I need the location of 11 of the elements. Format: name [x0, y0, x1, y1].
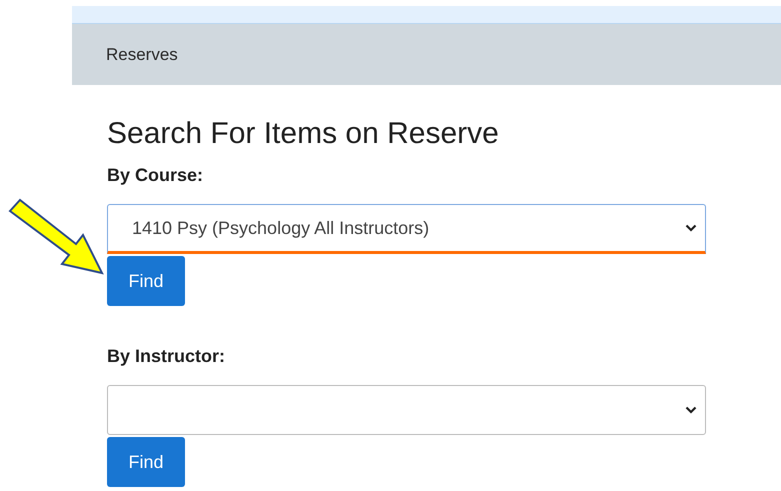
field-label: By Course:	[107, 164, 204, 187]
dropdown-field[interactable]: 1410 Psy (Psychology All Instructors)	[107, 204, 706, 254]
dropdown-field[interactable]	[107, 385, 706, 435]
chevron-down-icon	[685, 406, 697, 414]
find-button[interactable]: Find	[107, 256, 185, 306]
find-button[interactable]: Find	[107, 437, 185, 487]
page-title: Search For Items on Reserve	[107, 116, 500, 152]
field-label: By Instructor:	[107, 345, 226, 368]
breadcrumb: Reserves	[106, 44, 178, 66]
chevron-down-icon	[685, 224, 697, 232]
pointer-arrow-icon	[8, 198, 104, 276]
